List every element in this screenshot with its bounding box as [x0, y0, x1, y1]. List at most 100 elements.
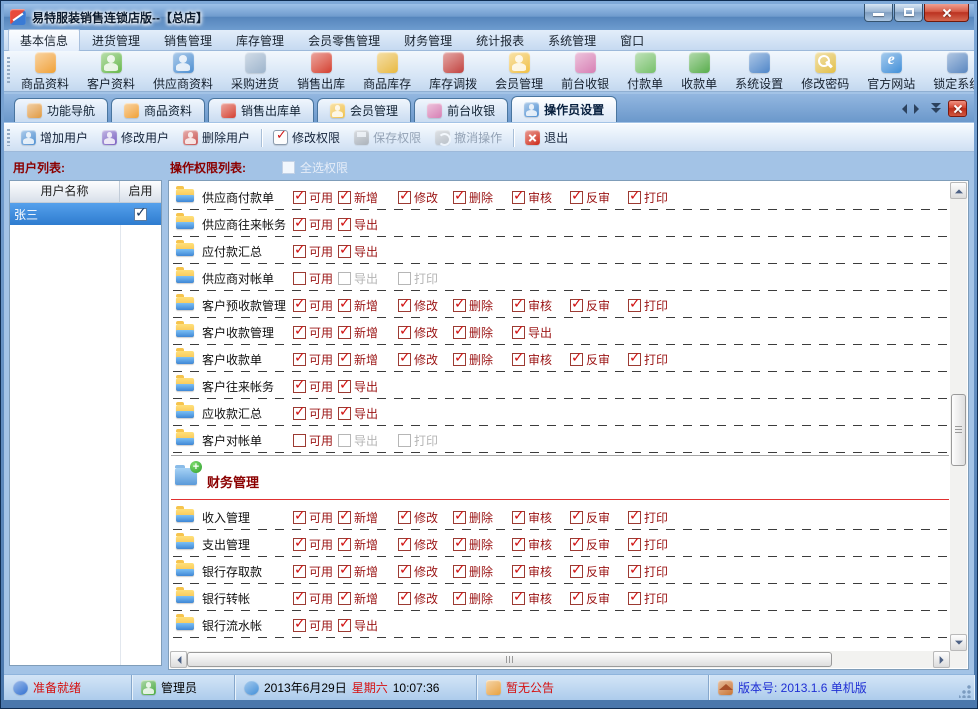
- permission-checkbox[interactable]: [570, 299, 583, 312]
- permission-checkbox[interactable]: [293, 326, 306, 339]
- permission-checkbox[interactable]: [628, 191, 641, 204]
- user-name-column-header[interactable]: 用户名称: [10, 181, 120, 202]
- permission-checkbox[interactable]: [398, 592, 411, 605]
- horizontal-scrollbar-thumb[interactable]: [187, 652, 832, 667]
- permission-checkbox[interactable]: [293, 191, 306, 204]
- tab-item[interactable]: 会员管理: [317, 98, 411, 122]
- permission-checkbox[interactable]: [398, 272, 411, 285]
- menu-item[interactable]: 库存管理: [224, 29, 296, 52]
- permission-checkbox[interactable]: [398, 326, 411, 339]
- resize-grip[interactable]: [959, 685, 972, 698]
- permission-checkbox[interactable]: [453, 299, 466, 312]
- permission-checkbox[interactable]: [512, 592, 525, 605]
- toolbar-button[interactable]: 会员管理: [486, 51, 552, 91]
- permission-checkbox[interactable]: [453, 353, 466, 366]
- select-all-checkbox[interactable]: [282, 161, 295, 174]
- minimize-button[interactable]: [864, 4, 893, 22]
- permission-checkbox[interactable]: [338, 272, 351, 285]
- permission-checkbox[interactable]: [628, 565, 641, 578]
- permission-checkbox[interactable]: [338, 592, 351, 605]
- permission-checkbox[interactable]: [570, 191, 583, 204]
- tab-item[interactable]: 前台收银: [414, 98, 508, 122]
- toolbar-button[interactable]: 修改密码: [792, 51, 858, 91]
- permission-checkbox[interactable]: [293, 619, 306, 632]
- permission-checkbox[interactable]: [570, 592, 583, 605]
- menu-item[interactable]: 进货管理: [80, 29, 152, 52]
- permission-checkbox[interactable]: [512, 565, 525, 578]
- menu-item[interactable]: 统计报表: [464, 29, 536, 52]
- toolbar-button[interactable]: 销售出库: [288, 51, 354, 91]
- permission-checkbox[interactable]: [398, 299, 411, 312]
- action-perm-save-button[interactable]: 保存权限: [347, 126, 428, 149]
- toolbar-button[interactable]: 采购进货: [222, 51, 288, 91]
- permission-checkbox[interactable]: [338, 434, 351, 447]
- permission-checkbox[interactable]: [398, 511, 411, 524]
- menu-item[interactable]: 会员零售管理: [296, 29, 392, 52]
- scroll-up-button[interactable]: [950, 182, 967, 199]
- toolbar-button[interactable]: 商品库存: [354, 51, 420, 91]
- tab-item[interactable]: 功能导航: [14, 98, 108, 122]
- permission-checkbox[interactable]: [293, 592, 306, 605]
- menu-item[interactable]: 财务管理: [392, 29, 464, 52]
- permission-checkbox[interactable]: [453, 565, 466, 578]
- toolbar-button[interactable]: 商品资料: [12, 51, 78, 91]
- user-row[interactable]: 张三: [10, 203, 161, 225]
- action-exit-button[interactable]: 退出: [518, 126, 575, 149]
- permission-checkbox[interactable]: [512, 299, 525, 312]
- permission-checkbox[interactable]: [338, 326, 351, 339]
- permission-checkbox[interactable]: [512, 538, 525, 551]
- vertical-scrollbar-thumb[interactable]: [951, 394, 966, 466]
- permission-checkbox[interactable]: [338, 245, 351, 258]
- permission-checkbox[interactable]: [293, 353, 306, 366]
- permission-checkbox[interactable]: [293, 565, 306, 578]
- permission-checkbox[interactable]: [338, 218, 351, 231]
- tab-scroll-right-icon[interactable]: [914, 104, 924, 114]
- action-delete-user-button[interactable]: 删除用户: [176, 126, 257, 149]
- permission-checkbox[interactable]: [628, 538, 641, 551]
- permission-checkbox[interactable]: [570, 565, 583, 578]
- toolbar-button[interactable]: 收款单: [672, 51, 726, 91]
- permission-checkbox[interactable]: [628, 299, 641, 312]
- permission-checkbox[interactable]: [293, 538, 306, 551]
- vertical-scrollbar[interactable]: [950, 182, 967, 651]
- tab-active[interactable]: 操作员设置: [511, 96, 617, 122]
- toolbar-button[interactable]: 官方网站: [858, 51, 924, 91]
- permission-checkbox[interactable]: [570, 538, 583, 551]
- horizontal-scrollbar[interactable]: [170, 651, 950, 668]
- permission-checkbox[interactable]: [338, 380, 351, 393]
- permission-checkbox[interactable]: [628, 592, 641, 605]
- permission-checkbox[interactable]: [512, 326, 525, 339]
- menu-item[interactable]: 窗口: [608, 29, 656, 52]
- scroll-left-button[interactable]: [170, 651, 187, 668]
- tab-item[interactable]: 商品资料: [111, 98, 205, 122]
- permission-checkbox[interactable]: [512, 191, 525, 204]
- permission-checkbox[interactable]: [338, 565, 351, 578]
- permission-checkbox[interactable]: [453, 326, 466, 339]
- toolbar-button[interactable]: 客户资料: [78, 51, 144, 91]
- permission-checkbox[interactable]: [338, 619, 351, 632]
- permission-checkbox[interactable]: [628, 511, 641, 524]
- permission-checkbox[interactable]: [453, 538, 466, 551]
- permission-checkbox[interactable]: [628, 353, 641, 366]
- permission-checkbox[interactable]: [338, 511, 351, 524]
- permission-checkbox[interactable]: [293, 245, 306, 258]
- toolbar-button[interactable]: 系统设置: [726, 51, 792, 91]
- permission-checkbox[interactable]: [570, 511, 583, 524]
- permission-checkbox[interactable]: [398, 191, 411, 204]
- maximize-button[interactable]: [894, 4, 923, 22]
- tab-item[interactable]: 销售出库单: [208, 98, 314, 122]
- permission-checkbox[interactable]: [293, 299, 306, 312]
- permission-checkbox[interactable]: [293, 218, 306, 231]
- toolbar-button[interactable]: 付款单: [618, 51, 672, 91]
- menu-item[interactable]: 系统管理: [536, 29, 608, 52]
- permission-checkbox[interactable]: [293, 407, 306, 420]
- permission-checkbox[interactable]: [338, 353, 351, 366]
- action-perm-edit-button[interactable]: 修改权限: [266, 126, 347, 149]
- permission-checkbox[interactable]: [338, 538, 351, 551]
- permission-checkbox[interactable]: [453, 511, 466, 524]
- user-enabled-column-header[interactable]: 启用: [120, 181, 161, 202]
- scroll-right-button[interactable]: [933, 651, 950, 668]
- user-enabled-checkbox[interactable]: [134, 208, 147, 221]
- action-edit-user-button[interactable]: 修改用户: [95, 126, 176, 149]
- permission-checkbox[interactable]: [338, 191, 351, 204]
